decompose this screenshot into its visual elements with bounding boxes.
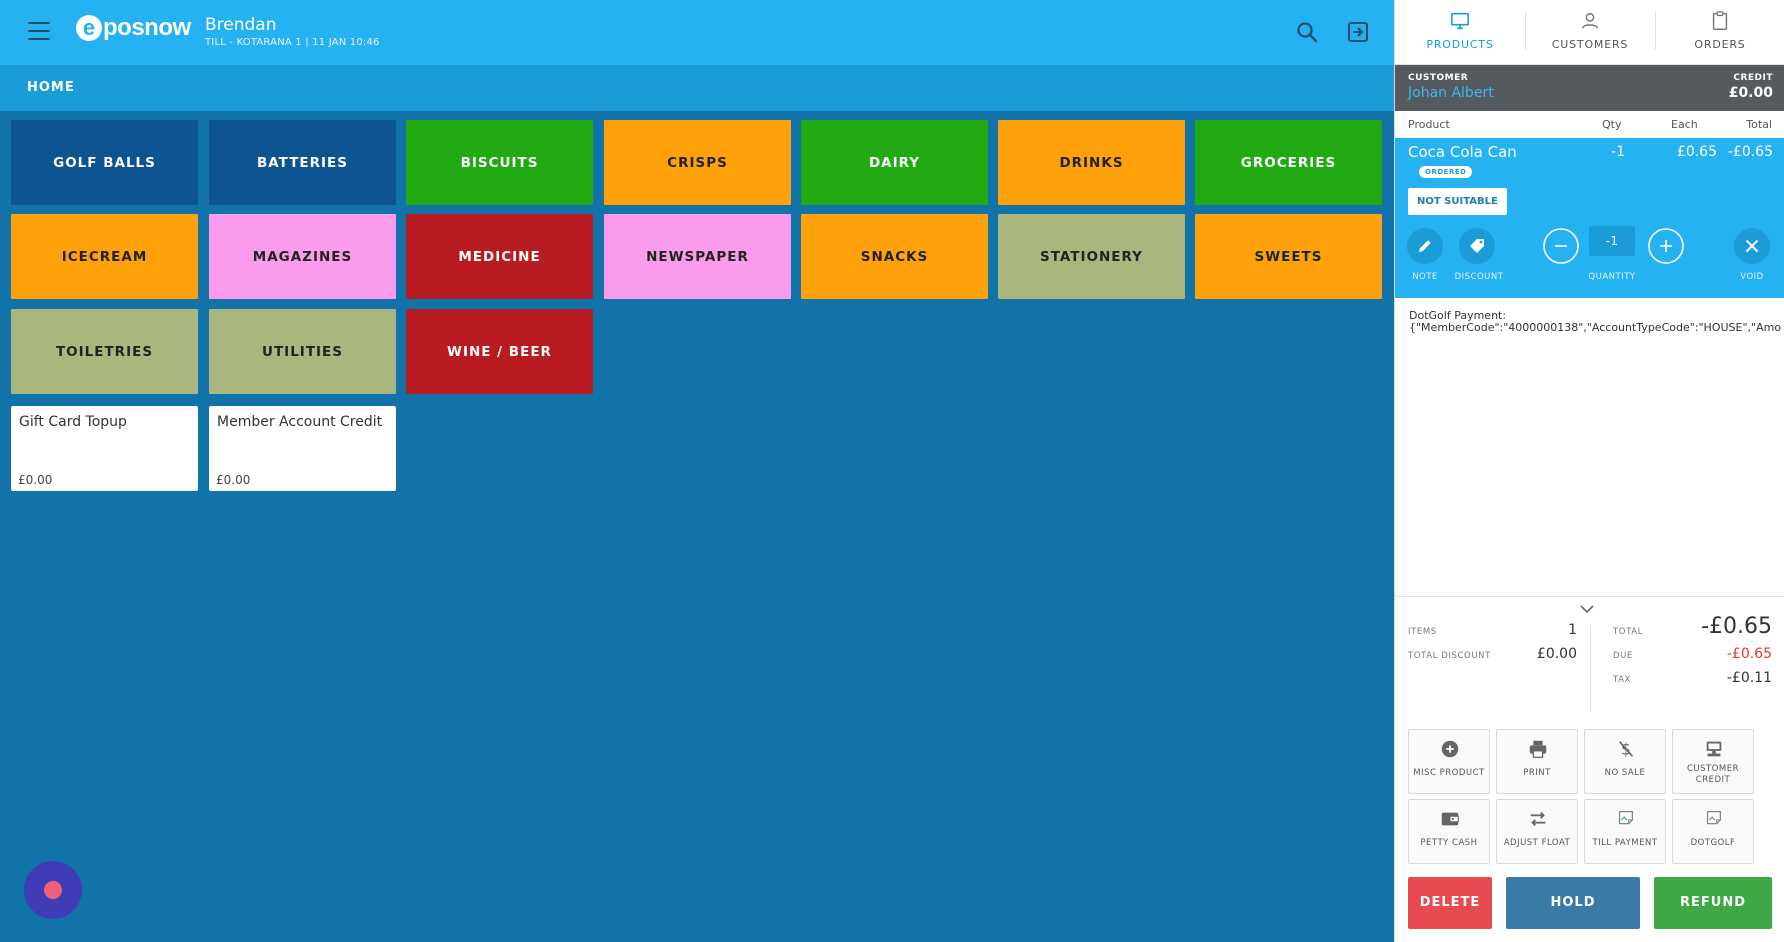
breadcrumb-home[interactable]: HOME [27,80,75,95]
customer-credit-button[interactable]: CUSTOMER CREDIT [1672,729,1754,794]
column-header-total: Total [1746,118,1772,131]
category-tile[interactable]: WINE / BEER [406,309,593,394]
pencil-icon [1407,228,1443,264]
tab-customers[interactable]: CUSTOMERS [1525,0,1655,65]
category-tile[interactable]: SNACKS [801,214,988,299]
total-discount: £0.00 [1536,646,1577,662]
user-name: Brendan [205,15,277,35]
summary-divider [1395,596,1784,597]
broken-image-icon [1618,811,1634,825]
not-suitable-button[interactable]: NOT SUITABLE [1408,188,1507,215]
print-button[interactable]: PRINT [1496,729,1578,794]
eposnow-logo: e posnow [76,14,191,42]
category-tile[interactable]: DRINKS [998,120,1185,205]
order-panel: PRODUCTS CUSTOMERS ORDERS CUSTOMER Johan… [1394,0,1784,942]
monitor-icon [1450,12,1470,30]
category-tile[interactable]: NEWSPAPER [604,214,791,299]
no-sale-button[interactable]: $ NO SALE [1584,729,1666,794]
column-header-each: Each [1671,118,1698,131]
till-info: TILL - KOTARANA 1 | 11 JAN 10:46 [205,37,380,48]
chat-widget-button[interactable] [24,861,82,919]
order-note: DotGolf Payment: {"MemberCode":"40000001… [1409,310,1782,334]
hamburger-menu-icon[interactable] [28,22,50,42]
close-icon [1734,228,1770,264]
summary-vertical-divider [1590,626,1591,712]
category-tile[interactable]: ICECREAM [11,214,198,299]
petty-cash-button[interactable]: PETTY CASH [1408,799,1490,864]
tag-icon [1459,228,1495,264]
order-line-total: -£0.65 [1727,144,1773,160]
category-tile[interactable]: GOLF BALLS [11,120,198,205]
category-tile[interactable]: SWEETS [1195,214,1382,299]
till-payment-button[interactable]: TILL PAYMENT [1584,799,1666,864]
items-count: 1 [1568,622,1577,638]
amount-due: -£0.65 [1726,646,1772,662]
discount-button[interactable] [1459,228,1495,264]
logout-icon[interactable] [1346,20,1370,44]
search-icon[interactable] [1295,20,1319,44]
printer-icon [1529,740,1547,758]
panel-tabs: PRODUCTS CUSTOMERS ORDERS [1395,0,1784,65]
customer-bar: CUSTOMER Johan Albert CREDIT £0.00 [1395,65,1784,111]
ordered-badge: ORDERED [1419,166,1473,178]
customer-credit: £0.00 [1728,85,1773,101]
top-bar: e posnow Brendan TILL - KOTARANA 1 | 11 … [0,0,1394,65]
product-price: £0.00 [216,473,251,487]
column-header-product: Product [1408,118,1450,131]
tab-products[interactable]: PRODUCTS [1395,0,1525,65]
breadcrumb-bar: HOME [0,65,1394,111]
clipboard-icon [1712,11,1728,30]
order-line-product: Coca Cola Can [1408,143,1517,161]
chevron-down-icon[interactable] [1578,603,1596,615]
product-name: Gift Card Topup [19,414,127,430]
order-total: -£0.65 [1701,614,1772,639]
category-tile[interactable]: DAIRY [801,120,988,205]
adjust-float-button[interactable]: ADJUST FLOAT [1496,799,1578,864]
category-tile[interactable]: CRISPS [604,120,791,205]
register-icon [1706,741,1722,757]
hold-button[interactable]: HOLD [1506,877,1640,929]
order-line-selected[interactable]: Coca Cola Can -1 £0.65 -£0.65 ORDERED NO… [1395,138,1784,298]
swap-arrows-icon [1530,811,1546,827]
tax-amount: -£0.11 [1726,670,1772,686]
wallet-icon [1441,812,1459,826]
note-button[interactable] [1407,228,1443,264]
order-line-qty: -1 [1611,144,1625,160]
order-line-each: £0.65 [1676,144,1717,160]
product-tile[interactable]: Gift Card Topup £0.00 [11,406,198,491]
tab-orders[interactable]: ORDERS [1655,0,1784,65]
minus-icon [1543,228,1579,264]
quantity-input[interactable]: -1 [1589,226,1635,256]
decrease-quantity-button[interactable] [1543,228,1579,264]
category-tile[interactable]: TOILETRIES [11,309,198,394]
broken-image-icon [1706,811,1722,825]
person-icon [1581,12,1599,29]
add-circle-icon [1441,740,1459,758]
category-tile[interactable]: MAGAZINES [209,214,396,299]
product-tile[interactable]: Member Account Credit £0.00 [209,406,396,491]
plus-icon [1648,228,1684,264]
category-tile[interactable]: BATTERIES [209,120,396,205]
category-tile[interactable]: MEDICINE [406,214,593,299]
category-tile[interactable]: GROCERIES [1195,120,1382,205]
product-price: £0.00 [18,473,53,487]
customer-name[interactable]: Johan Albert [1408,85,1494,101]
chat-dot-icon [44,881,62,899]
delete-button[interactable]: DELETE [1408,877,1492,929]
money-off-icon: $ [1618,741,1634,759]
refund-button[interactable]: REFUND [1654,877,1772,929]
dotgolf-button[interactable]: DOTGOLF [1672,799,1754,864]
misc-product-button[interactable]: MISC PRODUCT [1408,729,1490,794]
void-button[interactable] [1734,228,1770,264]
column-header-qty: Qty [1602,118,1622,131]
product-name: Member Account Credit [217,414,383,430]
increase-quantity-button[interactable] [1648,228,1684,264]
category-tile[interactable]: UTILITIES [209,309,396,394]
category-tile[interactable]: BISCUITS [406,120,593,205]
category-tile[interactable]: STATIONERY [998,214,1185,299]
